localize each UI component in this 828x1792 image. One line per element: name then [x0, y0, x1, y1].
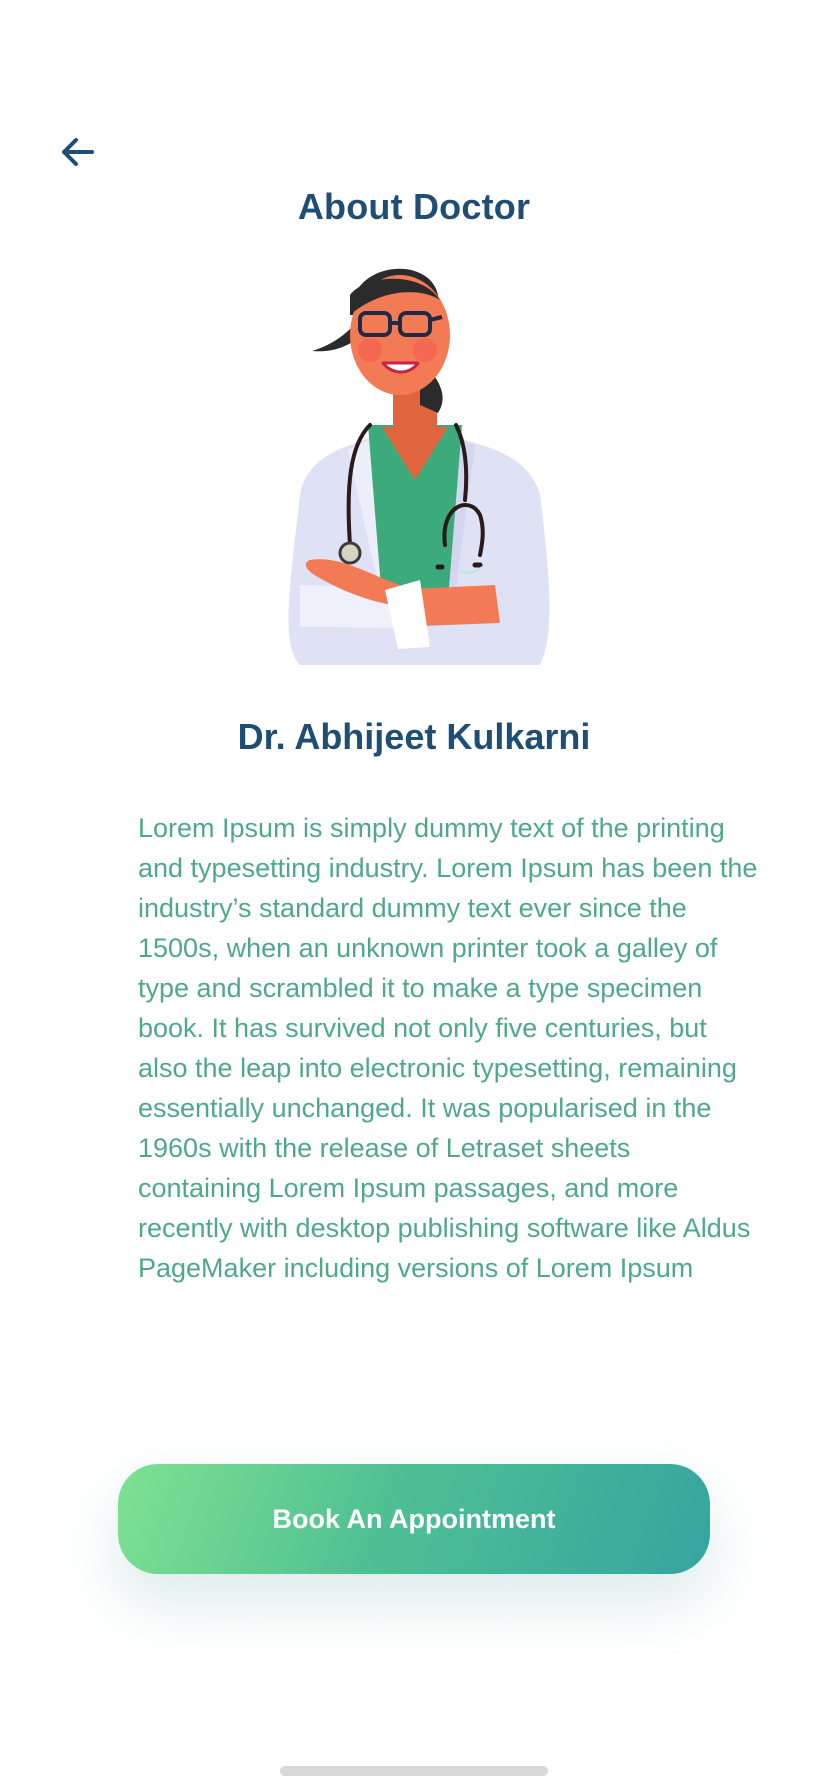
doctor-name: Dr. Abhijeet Kulkarni [237, 716, 591, 757]
back-button[interactable] [56, 130, 100, 174]
home-indicator[interactable] [280, 1766, 548, 1776]
arrow-left-icon [62, 138, 94, 166]
doctor-avatar-illustration [288, 268, 550, 665]
book-appointment-button[interactable]: Book An Appointment [118, 1464, 710, 1574]
page-title: About Doctor [297, 186, 531, 227]
doctor-bio: Lorem Ipsum is simply dummy text of the … [138, 813, 758, 1283]
